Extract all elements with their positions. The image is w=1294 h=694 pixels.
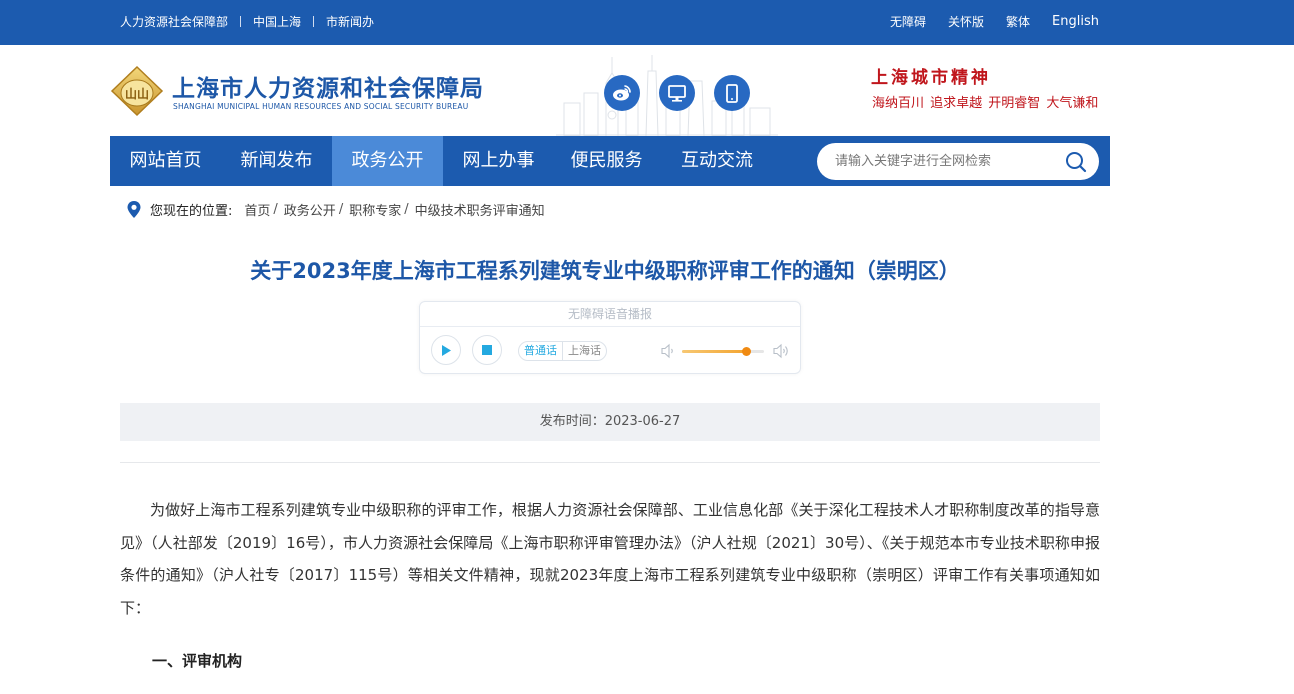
breadcrumb-label: 您现在的位置:: [150, 203, 233, 219]
accessibility-tools: 无障碍 关怀版 繁体 English: [890, 0, 1099, 42]
desktop-icon: [668, 84, 686, 102]
traditional-chinese-link[interactable]: 繁体: [1006, 13, 1030, 30]
link-mohrss[interactable]: 人力资源社会保障部: [120, 13, 228, 30]
volume-slider-fill: [682, 350, 746, 353]
play-button[interactable]: [431, 335, 461, 365]
city-spirit-slogan: 海纳百川 追求卓越 开明睿智 大气谦和: [872, 96, 1099, 111]
main-nav: 网站首页 新闻发布 政务公开 网上办事 便民服务 互动交流: [110, 136, 1110, 186]
external-links: 人力资源社会保障部 中国上海 市新闻办: [120, 0, 374, 42]
dialect-toggle: 普通话 上海话: [518, 341, 607, 361]
article-paragraph: 为做好上海市工程系列建筑专业中级职称的评审工作，根据人力资源社会保障部、工业信息…: [120, 501, 1100, 617]
divider: [240, 15, 242, 27]
content-divider: [120, 462, 1100, 463]
nav-news[interactable]: 新闻发布: [221, 136, 332, 186]
breadcrumb-title-experts[interactable]: 职称专家: [349, 200, 401, 219]
location-pin-icon: [127, 200, 141, 218]
volume-high-icon[interactable]: [773, 343, 791, 359]
nav-online-services[interactable]: 网上办事: [443, 136, 554, 186]
nav-home[interactable]: 网站首页: [110, 136, 221, 186]
link-china-shanghai[interactable]: 中国上海: [253, 13, 301, 30]
stop-button[interactable]: [472, 335, 502, 365]
top-bar: 人力资源社会保障部 中国上海 市新闻办 无障碍 关怀版 繁体 English: [0, 0, 1294, 45]
player-title: 无障碍语音播报: [420, 302, 800, 327]
volume-slider-knob[interactable]: [741, 347, 751, 356]
stop-icon: [482, 345, 492, 355]
link-press-office[interactable]: 市新闻办: [326, 13, 374, 30]
city-spirit-title: 上海城市精神: [871, 68, 991, 88]
breadcrumb-government-affairs[interactable]: 政务公开: [284, 200, 336, 219]
breadcrumb-separator: /: [338, 201, 344, 217]
mandarin-option[interactable]: 普通话: [519, 342, 563, 360]
weibo-icon: [613, 85, 631, 101]
breadcrumb-separator: /: [404, 201, 409, 217]
accessibility-link[interactable]: 无障碍: [890, 13, 926, 30]
play-icon: [442, 344, 451, 356]
divider: [313, 15, 315, 27]
site-name-english: SHANGHAI MUNICIPAL HUMAN RESOURCES AND S…: [173, 102, 469, 111]
voice-broadcast-player: 无障碍语音播报 普通话 上海话: [419, 301, 801, 374]
english-link[interactable]: English: [1052, 14, 1099, 29]
nav-interaction[interactable]: 互动交流: [659, 136, 775, 186]
volume-slider[interactable]: [682, 347, 764, 356]
site-name[interactable]: 上海市人力资源和社会保障局: [172, 69, 484, 103]
desktop-button[interactable]: [659, 75, 695, 111]
volume-low-icon[interactable]: [661, 343, 675, 359]
site-header: 山山 上海市人力资源和社会保障局 SHANGHAI MUNICIPAL HUMA…: [0, 45, 1294, 136]
section-heading-1: 一、评审机构: [152, 652, 243, 670]
care-mode-link[interactable]: 关怀版: [948, 13, 984, 30]
search-input[interactable]: [835, 143, 1055, 180]
mobile-icon: [726, 83, 738, 103]
article-title: 关于2023年度上海市工程系列建筑专业中级职称评审工作的通知（崇明区）: [250, 259, 960, 283]
nav-government-affairs[interactable]: 政务公开: [332, 136, 443, 186]
bureau-emblem-icon[interactable]: 山山: [110, 65, 164, 117]
shanghainese-option[interactable]: 上海话: [563, 342, 606, 360]
emblem-glyph: 山山: [125, 86, 149, 101]
breadcrumb-home[interactable]: 首页: [244, 200, 270, 219]
mobile-button[interactable]: [714, 75, 750, 111]
weibo-button[interactable]: [604, 75, 640, 111]
publish-time: 发布时间：2023-06-27: [120, 403, 1100, 441]
nav-public-services[interactable]: 便民服务: [554, 136, 659, 186]
search-box: [817, 143, 1099, 180]
search-icon[interactable]: [1065, 151, 1087, 173]
breadcrumb-current-page[interactable]: 中级技术职务评审通知: [415, 200, 545, 219]
breadcrumb: 您现在的位置: 首页 / 政务公开 / 职称专家 / 中级技术职务评审通知: [126, 199, 545, 219]
breadcrumb-separator: /: [273, 201, 278, 217]
